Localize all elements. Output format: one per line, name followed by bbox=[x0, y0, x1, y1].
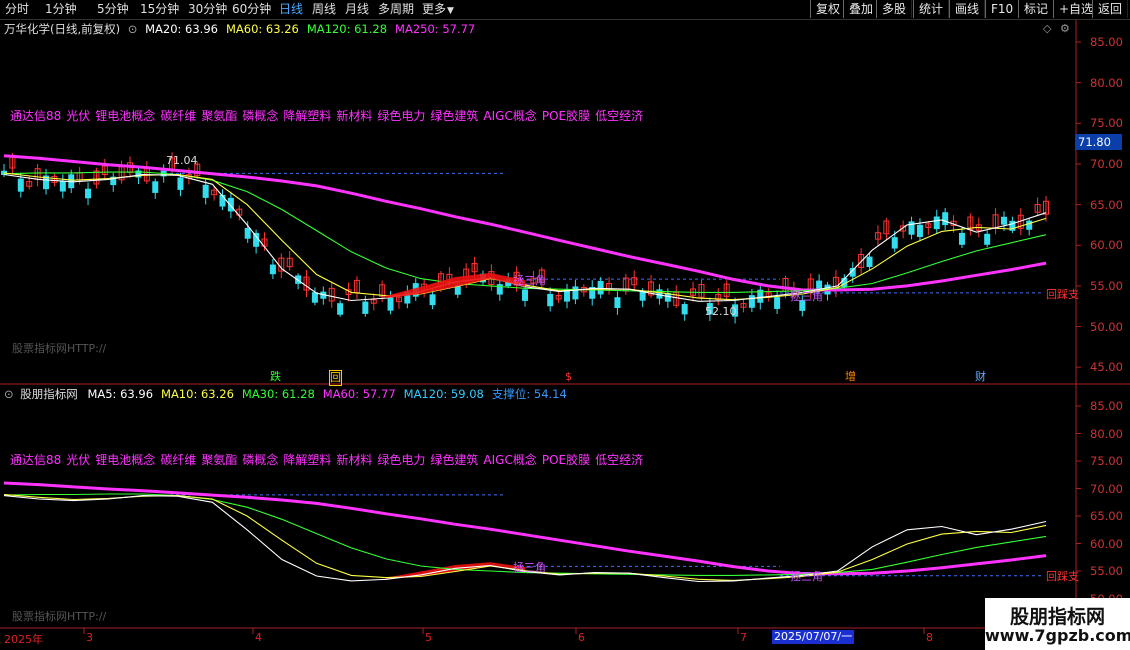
date-month-6: 6 bbox=[578, 631, 585, 644]
date-month-7: 7 bbox=[740, 631, 747, 644]
zone-label-main-2: 拯三角 bbox=[790, 290, 823, 303]
candle-body bbox=[429, 294, 436, 306]
marker-cai: 财 bbox=[975, 370, 986, 383]
candle-body bbox=[177, 177, 184, 190]
date-month-4: 4 bbox=[255, 631, 262, 644]
marker-die: 跌 bbox=[270, 370, 281, 383]
date-month-3: 3 bbox=[86, 631, 93, 644]
candle-body bbox=[17, 178, 24, 192]
candle-body bbox=[816, 280, 823, 289]
candle-body bbox=[866, 256, 873, 267]
zone-label-sub-2: 拯三角 bbox=[790, 570, 823, 583]
sub-y-tick-6: 55.00 bbox=[1090, 564, 1123, 578]
main-y-tick-0: 85.00 bbox=[1090, 35, 1123, 49]
candle-body bbox=[984, 233, 991, 245]
main-y-tick-5: 60.00 bbox=[1090, 238, 1123, 253]
main-y-tick-4: 65.00 bbox=[1090, 197, 1123, 212]
candle-body bbox=[774, 297, 781, 309]
candle-body bbox=[1026, 220, 1033, 230]
sub-y-tick-1: 80.00 bbox=[1090, 426, 1123, 441]
candle-body bbox=[269, 264, 276, 275]
candle-body bbox=[244, 227, 251, 239]
candle-body bbox=[614, 297, 621, 309]
sub-y-tick-2: 75.00 bbox=[1090, 454, 1123, 468]
candle-body bbox=[387, 297, 394, 311]
candle-body bbox=[152, 181, 159, 193]
marker-hui: 回 bbox=[329, 370, 342, 386]
candle-body bbox=[933, 216, 940, 230]
candle-body bbox=[748, 295, 755, 308]
marker-zeng: 增 bbox=[845, 370, 856, 383]
candle-body bbox=[219, 194, 226, 207]
brand-badge: 股朋指标网 www.7gpzb.com bbox=[985, 598, 1130, 650]
candle-body bbox=[202, 184, 209, 198]
main-y-tick-3: 70.00 bbox=[1090, 156, 1123, 171]
sub-y-tick-0: 85.00 bbox=[1090, 399, 1123, 413]
sub-y-tick-5: 60.00 bbox=[1090, 536, 1123, 551]
candle-body bbox=[664, 293, 671, 302]
candle-body bbox=[891, 237, 898, 249]
main-y-tick-1: 80.00 bbox=[1090, 75, 1123, 90]
candle-body bbox=[958, 232, 965, 245]
date-month-5: 5 bbox=[425, 631, 432, 644]
date-year: 2025年 bbox=[4, 633, 43, 646]
candle-body bbox=[311, 292, 318, 303]
main-y-tick-2: 75.00 bbox=[1090, 116, 1123, 131]
candle-body bbox=[59, 180, 66, 192]
candlesticks bbox=[1, 152, 1049, 324]
main-y-tick-6: 55.00 bbox=[1090, 278, 1123, 293]
zone-label-main-1: 拯三角 bbox=[513, 274, 546, 287]
candle-body bbox=[572, 286, 579, 300]
high-label: 71.04 bbox=[166, 154, 198, 167]
low-label: 52.10 bbox=[705, 305, 737, 318]
candle-body bbox=[942, 212, 949, 226]
main-line-ma250 bbox=[3, 154, 1047, 292]
sub-y-tick-4: 65.00 bbox=[1090, 509, 1123, 523]
date-month-8: 8 bbox=[926, 631, 933, 644]
date-cursor: 2025/07/07/一 bbox=[772, 630, 855, 644]
sub-y-tick-3: 70.00 bbox=[1090, 481, 1123, 496]
candle-body bbox=[253, 232, 260, 247]
zone-label-sub-1: 拯三角 bbox=[513, 561, 546, 574]
main-y-tick-8: 45.00 bbox=[1090, 360, 1123, 375]
support-label-sub: 回踩支 bbox=[1046, 570, 1079, 583]
candle-body bbox=[916, 224, 923, 237]
marker-dollar: $ bbox=[565, 370, 572, 383]
candle-body bbox=[681, 304, 688, 315]
candle-body bbox=[639, 290, 646, 301]
price-tag: 71.80 bbox=[1075, 134, 1122, 150]
candle-body bbox=[85, 188, 92, 199]
candle-body bbox=[547, 293, 554, 307]
kline-chart[interactable] bbox=[0, 0, 1130, 650]
candle-body bbox=[337, 303, 344, 315]
candle-body bbox=[362, 301, 369, 314]
main-y-tick-7: 50.00 bbox=[1090, 319, 1123, 334]
brand-name: 股朋指标网 bbox=[1009, 606, 1105, 628]
candle-body bbox=[597, 280, 604, 295]
support-label-main: 回踩支 bbox=[1046, 288, 1079, 301]
candle-body bbox=[1000, 216, 1007, 225]
brand-url: www.7gpzb.com bbox=[985, 626, 1130, 645]
candle-body bbox=[522, 289, 528, 301]
